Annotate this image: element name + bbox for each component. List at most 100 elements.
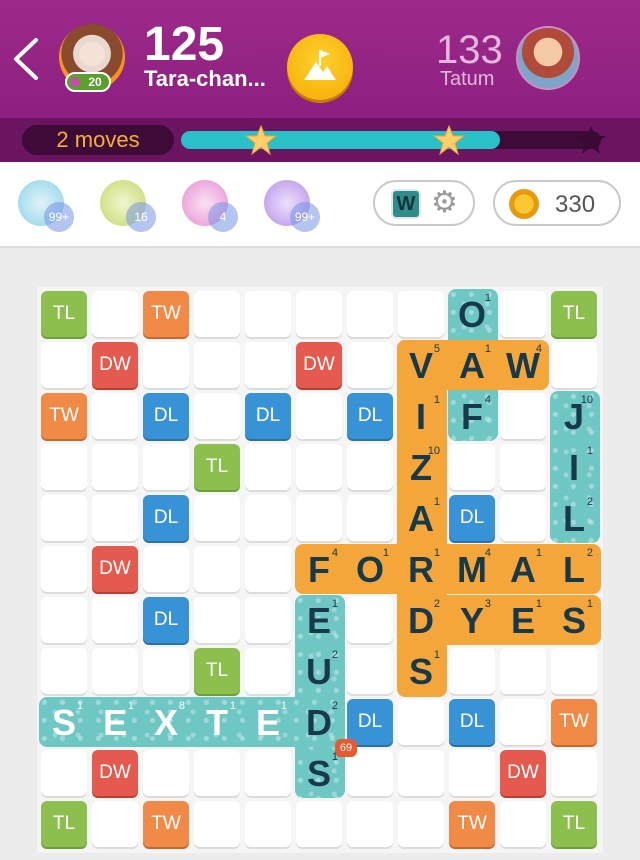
board-cell[interactable] [245, 546, 291, 592]
board-cell[interactable] [143, 750, 189, 796]
board-cell[interactable] [41, 750, 87, 796]
flag-button[interactable] [287, 34, 353, 100]
bonus-cell-tw[interactable]: TW [551, 699, 597, 745]
board-cell[interactable] [143, 648, 189, 694]
board-cell[interactable] [92, 801, 138, 847]
bonus-cell-dw[interactable]: DW [92, 750, 138, 796]
board-cell[interactable] [347, 801, 393, 847]
board-cell[interactable] [347, 648, 393, 694]
board-cell[interactable] [347, 495, 393, 541]
board-cell[interactable] [41, 648, 87, 694]
board-cell[interactable] [245, 597, 291, 643]
bonus-cell-tl[interactable]: TL [41, 291, 87, 337]
board-cell[interactable] [347, 750, 393, 796]
bonus-cell-dw[interactable]: DW [500, 750, 546, 796]
board-cell[interactable] [500, 495, 546, 541]
bonus-cell-tl[interactable]: TL [41, 801, 87, 847]
bonus-cell-dl[interactable]: DL [449, 699, 495, 745]
board-cell[interactable] [41, 444, 87, 490]
bonus-cell-dw[interactable]: DW [92, 342, 138, 388]
board-cell[interactable] [92, 648, 138, 694]
bonus-cell-tl[interactable]: TL [194, 648, 240, 694]
board-cell[interactable] [551, 750, 597, 796]
bonus-cell-dl[interactable]: DL [347, 699, 393, 745]
board-cell[interactable] [245, 342, 291, 388]
board-cell[interactable] [398, 750, 444, 796]
bonus-cell-dl[interactable]: DL [143, 393, 189, 439]
board-cell[interactable] [449, 648, 495, 694]
bonus-cell-dl[interactable]: DL [449, 495, 495, 541]
board-cell[interactable] [347, 342, 393, 388]
board-cell[interactable] [194, 750, 240, 796]
board-cell[interactable] [92, 393, 138, 439]
board-cell[interactable] [296, 444, 342, 490]
bonus-cell-dl[interactable]: DL [245, 393, 291, 439]
board-cell[interactable] [500, 648, 546, 694]
bonus-cell-tl[interactable]: TL [551, 291, 597, 337]
bonus-cell-dl[interactable]: DL [143, 597, 189, 643]
board-cell[interactable] [194, 393, 240, 439]
board-cell[interactable] [143, 444, 189, 490]
board-cell[interactable] [194, 801, 240, 847]
radar-powerup[interactable]: 16 [100, 180, 156, 232]
board-cell[interactable] [41, 342, 87, 388]
game-board[interactable]: TL TW TL DW DW TW DL DL DL TL DL DL DW DL TL DL DL TW DW DW… [37, 287, 603, 853]
bonus-cell-tl[interactable]: TL [194, 444, 240, 490]
board-cell[interactable] [500, 393, 546, 439]
board-cell[interactable] [194, 597, 240, 643]
swap-powerup[interactable]: 99+ [18, 180, 74, 232]
board-cell[interactable] [41, 546, 87, 592]
board-cell[interactable] [245, 444, 291, 490]
board-cell[interactable] [92, 444, 138, 490]
board-cell[interactable] [551, 342, 597, 388]
board-cell[interactable] [41, 495, 87, 541]
board-cell[interactable] [41, 597, 87, 643]
board-cell[interactable] [500, 444, 546, 490]
bonus-cell-dw[interactable]: DW [296, 342, 342, 388]
board-cell[interactable] [398, 801, 444, 847]
board-cell[interactable] [296, 393, 342, 439]
board-cell[interactable] [296, 801, 342, 847]
board-cell[interactable] [449, 444, 495, 490]
board-cell[interactable] [347, 444, 393, 490]
board-cell[interactable] [92, 597, 138, 643]
board-cell[interactable] [245, 495, 291, 541]
board-cell[interactable] [449, 750, 495, 796]
bonus-cell-tw[interactable]: TW [449, 801, 495, 847]
bonus-cell-dl[interactable]: DL [143, 495, 189, 541]
hint-powerup[interactable]: 99+ [264, 180, 320, 232]
board-cell[interactable] [194, 291, 240, 337]
bonus-cell-dl[interactable]: DL [347, 393, 393, 439]
board-cell[interactable] [347, 291, 393, 337]
board-cell[interactable] [143, 546, 189, 592]
board-cell[interactable] [245, 648, 291, 694]
board-cell[interactable] [194, 342, 240, 388]
opponent-avatar[interactable] [516, 26, 580, 90]
bonus-cell-dw[interactable]: DW [92, 546, 138, 592]
word-settings-button[interactable]: W ⚙ [373, 180, 475, 226]
board-cell[interactable] [245, 291, 291, 337]
board-cell[interactable] [92, 291, 138, 337]
board-cell[interactable] [245, 750, 291, 796]
board-cell[interactable] [500, 291, 546, 337]
board-cell[interactable] [398, 699, 444, 745]
bonus-cell-tw[interactable]: TW [41, 393, 87, 439]
board-cell[interactable] [398, 291, 444, 337]
board-cell[interactable] [500, 699, 546, 745]
board-cell[interactable] [296, 291, 342, 337]
board-cell[interactable] [245, 801, 291, 847]
board-cell[interactable] [500, 801, 546, 847]
bonus-cell-tw[interactable]: TW [143, 801, 189, 847]
back-button[interactable] [10, 36, 42, 82]
coins-button[interactable]: 330 [493, 180, 621, 226]
board-cell[interactable] [194, 546, 240, 592]
bonus-cell-tw[interactable]: TW [143, 291, 189, 337]
shuffle-powerup[interactable]: 4 [182, 180, 238, 232]
board-cell[interactable] [143, 342, 189, 388]
board-cell[interactable] [92, 495, 138, 541]
board-cell[interactable] [551, 648, 597, 694]
board-cell[interactable] [296, 495, 342, 541]
board-cell[interactable] [347, 597, 393, 643]
board-cell[interactable] [194, 495, 240, 541]
bonus-cell-tl[interactable]: TL [551, 801, 597, 847]
